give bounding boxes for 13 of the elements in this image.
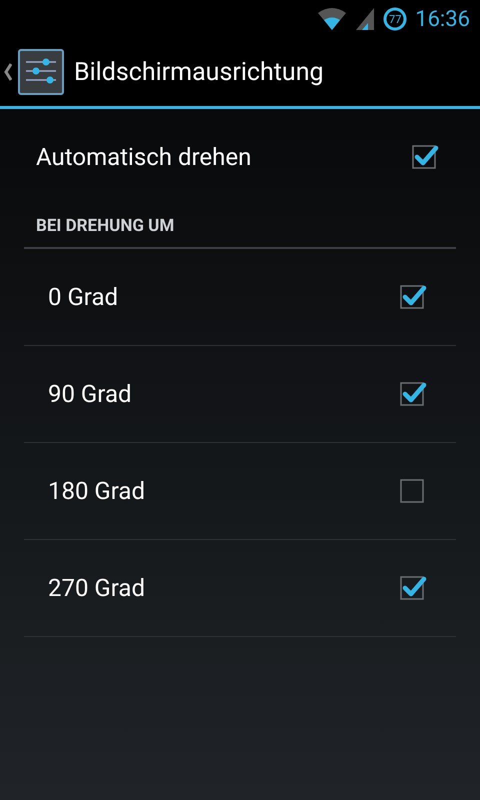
signal-icon (355, 7, 376, 31)
setting-label: Automatisch drehen (36, 143, 252, 171)
option-label: 90 Grad (48, 380, 132, 408)
screen-title: Bildschirmausrichtung (74, 58, 324, 86)
option-label: 180 Grad (48, 477, 146, 505)
settings-icon[interactable] (18, 49, 64, 95)
clock-time: 16:36 (415, 6, 470, 32)
option-label: 270 Grad (48, 574, 146, 602)
wifi-icon (317, 7, 348, 31)
option-label: 0 Grad (48, 283, 118, 311)
back-caret-icon[interactable] (4, 63, 12, 81)
section-header: BEI DREHUNG UM (24, 205, 456, 249)
battery-icon: 77 (383, 7, 408, 31)
